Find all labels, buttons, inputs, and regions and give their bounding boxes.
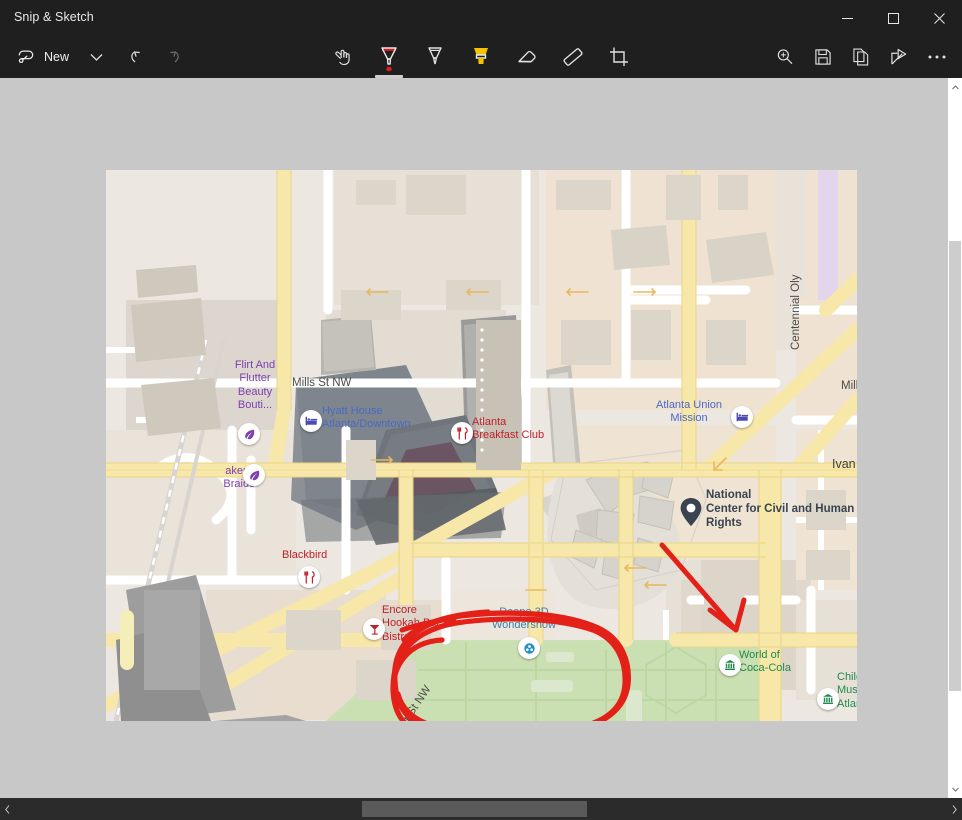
canvas-bottom-pad (0, 792, 948, 798)
crop-icon (610, 47, 628, 66)
tool-ballpoint-pen[interactable] (369, 36, 409, 78)
pen-color-dot (386, 66, 392, 72)
new-snip-button[interactable]: New (10, 41, 79, 73)
maximize-button[interactable] (870, 0, 916, 36)
save-button[interactable] (806, 40, 840, 74)
redo-button[interactable] (155, 40, 189, 74)
map-teardrop-pin-icon[interactable] (679, 497, 703, 527)
map-pin-museum-icon[interactable] (817, 688, 839, 710)
pencil-icon (428, 47, 442, 65)
tool-highlighter[interactable] (461, 36, 501, 78)
toolbar-right-group (768, 36, 954, 78)
map-pin-beauty-icon[interactable] (243, 464, 265, 486)
close-icon (933, 12, 945, 24)
window-title: Snip & Sketch (14, 10, 94, 24)
new-snip-icon (18, 50, 34, 64)
map-pin-hotel-icon[interactable] (731, 406, 753, 428)
share-icon (891, 48, 907, 65)
tool-eraser[interactable] (507, 36, 547, 78)
close-button[interactable] (916, 0, 962, 36)
maximize-icon (887, 12, 899, 24)
snip-and-sketch-window: Snip & Sketch New Mills St NW Mil Ivan C… (0, 0, 962, 820)
map-pin-bar-icon[interactable] (363, 618, 385, 640)
new-snip-dropdown-button[interactable] (79, 40, 113, 74)
undo-icon (131, 51, 140, 63)
toolbar: New (0, 36, 962, 78)
vertical-scroll-thumb[interactable] (949, 241, 961, 691)
tool-image-crop[interactable] (599, 36, 639, 78)
title-bar: Snip & Sketch (0, 0, 962, 36)
snip-image[interactable]: Mills St NWMills St NWIvan Allen Jr Blvd… (106, 170, 857, 721)
toolbar-left-group: New (10, 36, 189, 78)
scroll-right-arrow-icon[interactable] (952, 805, 957, 816)
copy-icon (853, 48, 869, 66)
scroll-down-arrow-icon[interactable] (951, 784, 959, 794)
vertical-scrollbar[interactable] (948, 78, 962, 798)
tool-ruler[interactable] (553, 36, 593, 78)
map-pin-museum-icon[interactable] (719, 654, 741, 676)
tool-pencil[interactable] (415, 36, 455, 78)
map-pin-hotel-icon[interactable] (300, 410, 322, 432)
window-controls (824, 0, 962, 36)
map-pin-restaurant-icon[interactable] (298, 566, 320, 588)
touch-writing-icon (335, 49, 350, 66)
more-options-button[interactable] (920, 40, 954, 74)
share-button[interactable] (882, 40, 916, 74)
horizontal-scrollbar[interactable] (0, 798, 962, 820)
save-icon (815, 49, 831, 65)
zoom-button[interactable] (768, 40, 802, 74)
copy-button[interactable] (844, 40, 878, 74)
toolbar-tools-group (323, 36, 639, 78)
map-pin-beauty-icon[interactable] (238, 423, 260, 445)
new-snip-label: New (44, 50, 70, 64)
map-pin-restaurant-icon[interactable] (451, 422, 473, 444)
map-graphic (106, 170, 857, 721)
minimize-button[interactable] (824, 0, 870, 36)
highlighter-icon (474, 48, 488, 64)
redo-icon (170, 51, 179, 63)
zoom-in-icon (777, 49, 793, 64)
scroll-up-arrow-icon[interactable] (951, 82, 959, 92)
undo-button[interactable] (121, 40, 155, 74)
tool-touch-writing[interactable] (323, 36, 363, 78)
minimize-icon (841, 17, 853, 19)
ruler-icon (563, 48, 583, 66)
horizontal-scroll-thumb[interactable] (362, 801, 587, 817)
scroll-left-arrow-icon[interactable] (5, 805, 10, 816)
ellipsis-icon (928, 55, 946, 59)
chevron-down-icon (90, 53, 102, 61)
eraser-icon (518, 50, 536, 63)
snip-canvas-area[interactable]: Mills St NWMills St NWIvan Allen Jr Blvd… (0, 78, 948, 798)
map-pin-attraction-icon[interactable] (518, 637, 540, 659)
